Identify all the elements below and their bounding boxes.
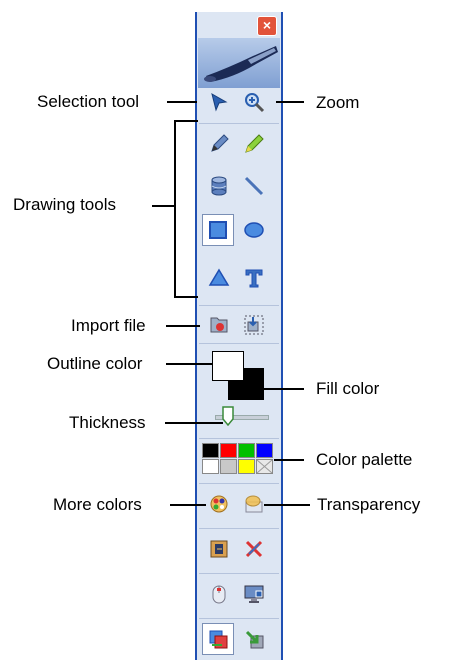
- separator: [199, 528, 279, 529]
- callout-bracket: [174, 120, 176, 298]
- frame-button[interactable]: [205, 535, 233, 563]
- callout-line: [152, 205, 174, 207]
- layers-icon: [209, 630, 228, 649]
- mouse-icon: [212, 585, 226, 604]
- zoom-button[interactable]: [240, 88, 268, 116]
- label-zoom: Zoom: [316, 93, 360, 112]
- highlighter-icon: [245, 134, 264, 153]
- frame-icon: [210, 540, 228, 558]
- palette-swatch-green[interactable]: [238, 443, 255, 458]
- slider-thumb-icon: [222, 406, 234, 427]
- ellipse-tool-button[interactable]: [240, 216, 268, 244]
- mouse-button[interactable]: [205, 580, 233, 608]
- label-more-colors: More colors: [53, 495, 142, 514]
- delete-tools-button[interactable]: [240, 535, 268, 563]
- cylinder-icon: [211, 176, 227, 196]
- outline-color-swatch[interactable]: [212, 351, 244, 381]
- callout-line: [166, 325, 200, 327]
- callout-line: [276, 101, 304, 103]
- rectangle-tool-button[interactable]: [202, 214, 234, 246]
- line-icon: [244, 176, 264, 196]
- brush-logo-icon: [204, 46, 278, 82]
- thickness-slider-thumb[interactable]: [222, 406, 234, 427]
- label-fill-color: Fill color: [316, 379, 380, 398]
- separator: [199, 123, 279, 124]
- palette-swatch-blue[interactable]: [256, 443, 273, 458]
- triangle-icon: [208, 268, 230, 286]
- callout-line: [264, 504, 310, 506]
- label-thickness: Thickness: [69, 413, 146, 432]
- layers-button[interactable]: [202, 623, 234, 655]
- palette-swatch-black[interactable]: [202, 443, 219, 458]
- palette-swatch-none[interactable]: [256, 459, 273, 474]
- label-outline-color: Outline color: [47, 354, 143, 373]
- text-tool-button[interactable]: [240, 264, 268, 292]
- highlighter-tool-button[interactable]: [240, 130, 268, 158]
- palette-swatch-gray[interactable]: [220, 459, 237, 474]
- selection-tool-button[interactable]: [205, 88, 233, 116]
- capture-icon: [244, 315, 264, 335]
- more-colors-button[interactable]: [205, 490, 233, 518]
- callout-bracket: [174, 120, 198, 122]
- label-import-file: Import file: [71, 316, 146, 335]
- callout-line: [167, 101, 197, 103]
- close-icon: ×: [262, 17, 272, 33]
- separator: [199, 483, 279, 484]
- callout-line: [165, 422, 223, 424]
- separator: [199, 573, 279, 574]
- screen-icon: [244, 585, 264, 603]
- callout-line: [166, 363, 212, 365]
- callout-line: [264, 388, 304, 390]
- separator: [199, 618, 279, 619]
- pencil-icon: [211, 134, 229, 152]
- import-file-icon: [210, 317, 228, 333]
- cylinder-tool-button[interactable]: [205, 172, 233, 200]
- separator: [199, 305, 279, 306]
- label-color-palette: Color palette: [316, 450, 413, 469]
- ellipse-icon: [244, 222, 264, 238]
- zoom-icon: [245, 93, 265, 113]
- text-icon: [245, 269, 263, 288]
- send-back-icon: [245, 630, 264, 649]
- import-file-button[interactable]: [205, 311, 233, 339]
- palette-swatch-red[interactable]: [220, 443, 237, 458]
- screen-button[interactable]: [240, 580, 268, 608]
- label-selection-tool: Selection tool: [37, 92, 140, 111]
- triangle-tool-button[interactable]: [205, 264, 233, 292]
- label-transparency: Transparency: [317, 495, 421, 514]
- line-tool-button[interactable]: [240, 172, 268, 200]
- palette-swatch-white[interactable]: [202, 459, 219, 474]
- pointer-icon: [211, 92, 228, 112]
- send-back-button[interactable]: [240, 625, 268, 653]
- rectangle-icon: [209, 221, 227, 239]
- palette-swatch-yellow[interactable]: [238, 459, 255, 474]
- more-colors-icon: [210, 495, 228, 513]
- separator: [199, 438, 279, 439]
- separator: [199, 343, 279, 344]
- toolbar-banner: [198, 38, 280, 88]
- callout-line: [274, 459, 304, 461]
- transparency-icon: [245, 495, 263, 513]
- label-drawing-tools: Drawing tools: [13, 195, 116, 214]
- callout-bracket: [174, 296, 198, 298]
- callout-line: [170, 504, 206, 506]
- tools-x-icon: [245, 540, 263, 558]
- pencil-tool-button[interactable]: [205, 130, 233, 158]
- capture-button[interactable]: [240, 311, 268, 339]
- close-button[interactable]: ×: [257, 16, 277, 36]
- no-color-icon: [256, 459, 273, 474]
